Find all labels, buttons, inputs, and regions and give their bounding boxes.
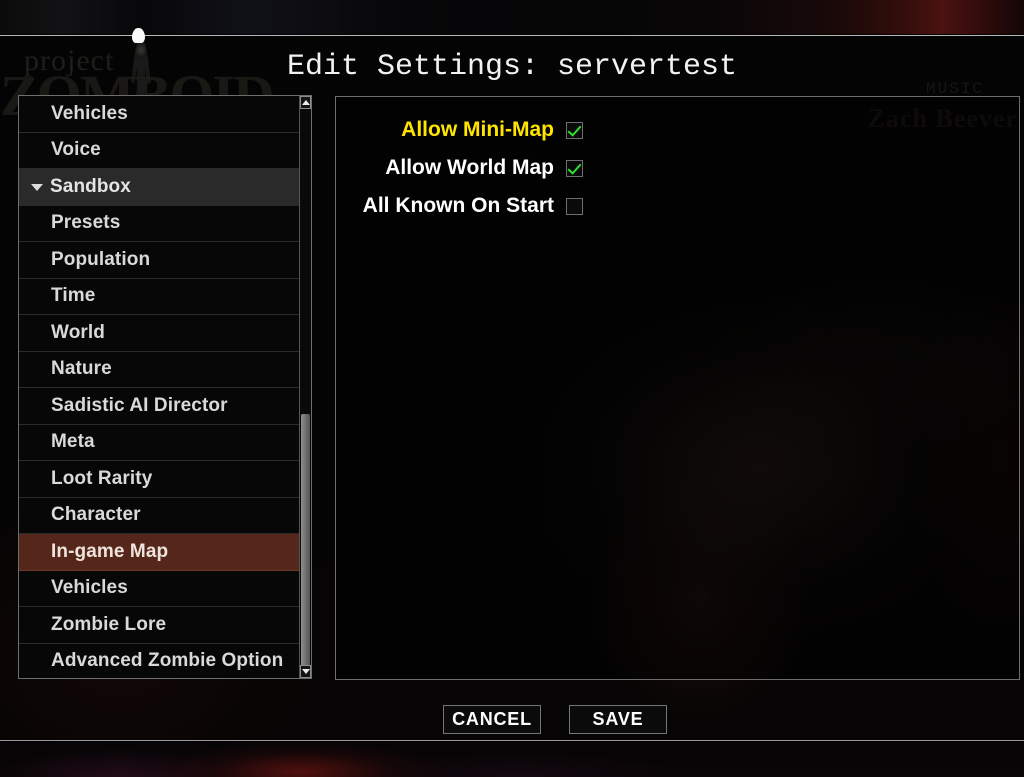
sidebar-item-vehicles[interactable]: Vehicles	[19, 96, 301, 133]
cancel-button[interactable]: CANCEL	[443, 705, 541, 734]
scroll-down-button[interactable]	[300, 665, 311, 678]
sidebar-item-presets[interactable]: Presets	[19, 205, 301, 242]
sidebar-item-meta[interactable]: Meta	[19, 424, 301, 461]
setting-row[interactable]: All Known On Start	[336, 187, 1019, 225]
sidebar-item-advanced-zombie-option[interactable]: Advanced Zombie Option	[19, 643, 301, 678]
setting-checkbox[interactable]	[566, 159, 583, 177]
sidebar-item-label: Time	[51, 285, 96, 307]
category-list-scrollbar[interactable]	[299, 96, 311, 678]
background-top-strip	[0, 0, 1024, 34]
setting-row[interactable]: Allow World Map	[336, 149, 1019, 187]
sidebar-item-label: Voice	[51, 139, 101, 161]
chevron-down-icon	[301, 669, 310, 674]
settings-category-list[interactable]: Vehicles Voice Sandbox Presets Population Tim…	[18, 95, 312, 679]
game-settings-screen: project ZOMBOID MUSIC Zach Beever Edit S…	[0, 0, 1024, 777]
header-divider	[0, 35, 1024, 36]
sidebar-item-label: In-game Map	[51, 540, 169, 562]
setting-row[interactable]: Allow Mini-Map	[336, 111, 1019, 149]
sidebar-item-label: Advanced Zombie Option	[51, 650, 284, 672]
footer-divider	[0, 740, 1024, 741]
scrollbar-thumb[interactable]	[301, 414, 310, 672]
sidebar-item-label: Loot Rarity	[51, 467, 153, 489]
sidebar-item-label: Vehicles	[51, 102, 128, 124]
sidebar-item-nature[interactable]: Nature	[19, 351, 301, 388]
sidebar-item-label: Nature	[51, 358, 112, 380]
sidebar-item-label: Sandbox	[50, 175, 131, 197]
sidebar-item-sandbox[interactable]: Sandbox	[19, 169, 301, 206]
sidebar-item-character[interactable]: Character	[19, 497, 301, 534]
sidebar-item-population[interactable]: Population	[19, 242, 301, 279]
sidebar-item-label: Sadistic AI Director	[51, 394, 228, 416]
setting-checkbox[interactable]	[566, 121, 583, 139]
sidebar-item-label: Zombie Lore	[51, 613, 167, 635]
sidebar-item-zombie-lore[interactable]: Zombie Lore	[19, 607, 301, 644]
chevron-up-icon	[301, 100, 310, 105]
mouse-cursor	[132, 28, 145, 43]
sidebar-item-time[interactable]: Time	[19, 278, 301, 315]
save-button[interactable]: SAVE	[569, 705, 667, 734]
sidebar-item-loot-rarity[interactable]: Loot Rarity	[19, 461, 301, 498]
sidebar-item-label: Character	[51, 504, 141, 526]
sidebar-item-label: Population	[51, 248, 151, 270]
setting-label: All Known On Start	[362, 194, 554, 217]
sidebar-item-sadistic-ai-director[interactable]: Sadistic AI Director	[19, 388, 301, 425]
setting-checkbox[interactable]	[566, 197, 583, 215]
settings-options-panel: Allow Mini-Map Allow World Map All Known O…	[335, 96, 1020, 680]
background-bottom-strip	[0, 742, 1024, 777]
setting-label: Allow World Map	[385, 156, 554, 179]
sidebar-item-in-game-map[interactable]: In-game Map	[19, 534, 301, 571]
scroll-up-button[interactable]	[300, 96, 311, 109]
sidebar-item-label: Presets	[51, 212, 121, 234]
sidebar-item-world[interactable]: World	[19, 315, 301, 352]
setting-label: Allow Mini-Map	[401, 118, 554, 141]
sidebar-item-label: Vehicles	[51, 577, 128, 599]
sidebar-item-label: Meta	[51, 431, 95, 453]
expand-triangle-icon	[31, 184, 43, 192]
sidebar-item-vehicles[interactable]: Vehicles	[19, 570, 301, 607]
sidebar-item-label: World	[51, 321, 105, 343]
sidebar-item-voice[interactable]: Voice	[19, 132, 301, 169]
page-title: Edit Settings: servertest	[286, 50, 738, 84]
category-list-scroll-content: Vehicles Voice Sandbox Presets Population Tim…	[19, 96, 301, 678]
